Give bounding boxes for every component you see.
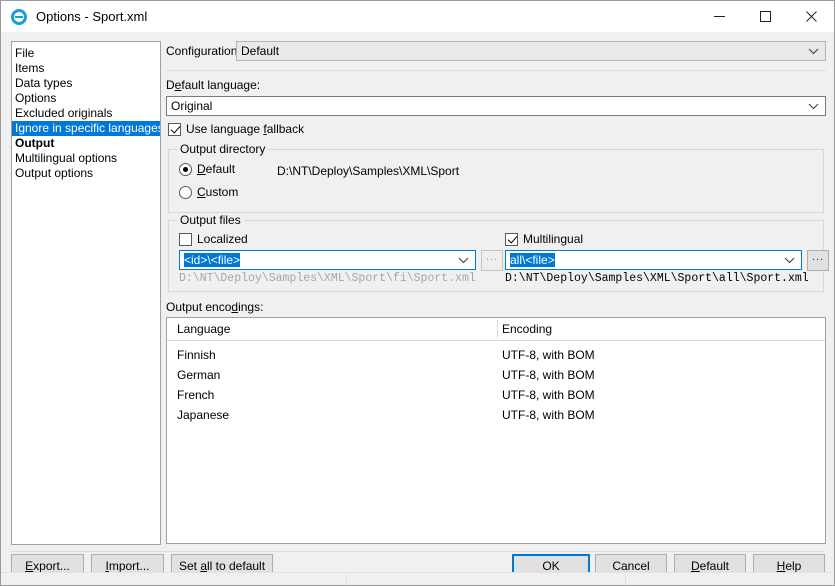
sidebar-item-excluded-originals[interactable]: Excluded originals	[12, 106, 160, 121]
title-bar: Options - Sport.xml	[1, 1, 834, 32]
sidebar-item-label: Items	[15, 61, 45, 75]
localized-browse-button[interactable]: ...	[481, 250, 503, 271]
checkbox-box-icon	[179, 232, 192, 246]
localized-pattern-combo[interactable]: <id>\<file>	[179, 250, 476, 270]
cell-language: Finnish	[177, 348, 216, 362]
output-dir-default-label: Default	[197, 162, 236, 176]
cell-language: French	[177, 388, 215, 402]
radio-button-icon	[179, 162, 192, 176]
localized-pattern-value: <id>\<file>	[184, 253, 241, 267]
table-row[interactable]: Finnish UTF-8, with BOM	[167, 346, 825, 366]
sidebar-item-ignore-in-specific-languages[interactable]: Ignore in specific languages	[12, 121, 160, 136]
cell-encoding: UTF-8, with BOM	[502, 388, 595, 402]
sidebar-item-file[interactable]: File	[12, 46, 160, 61]
multilingual-preview-path: D:\NT\Deploy\Samples\XML\Sport\all\Sport…	[505, 272, 809, 285]
sidebar-item-label: Multilingual options	[15, 151, 118, 165]
sidebar-item-output-options[interactable]: Output options	[12, 166, 160, 181]
maximize-icon[interactable]	[742, 1, 788, 32]
options-content-pane: Configuration: Default Default language:…	[166, 41, 829, 545]
use-language-fallback-checkbox[interactable]: Use language fallback	[168, 122, 304, 136]
cell-language: German	[177, 368, 221, 382]
localized-label: Localized	[197, 232, 248, 246]
chevron-down-icon	[784, 251, 795, 269]
column-header-language: Language	[177, 322, 231, 336]
chevron-down-icon	[808, 97, 819, 115]
cell-language: Japanese	[177, 408, 230, 422]
cell-encoding: UTF-8, with BOM	[502, 408, 595, 422]
configuration-label: Configuration:	[166, 44, 241, 58]
table-row[interactable]: Japanese UTF-8, with BOM	[167, 406, 825, 426]
multilingual-checkbox[interactable]: Multilingual	[505, 232, 583, 246]
sidebar-item-label: Output options	[15, 166, 94, 180]
checkbox-box-icon	[505, 232, 518, 246]
output-dir-default-radio[interactable]: Default	[179, 162, 235, 176]
output-directory-group: Output directory Default D:\NT\Deploy\Sa…	[168, 143, 824, 213]
status-bar	[1, 572, 834, 585]
close-icon[interactable]	[788, 1, 834, 32]
minimize-icon[interactable]	[696, 1, 742, 32]
column-divider	[497, 320, 498, 338]
options-circle-icon	[11, 8, 27, 25]
output-encodings-label: Output encodings:	[166, 300, 264, 314]
checkbox-box-icon	[168, 122, 181, 136]
encodings-header-row: Language Encoding	[167, 318, 825, 341]
cell-encoding: UTF-8, with BOM	[502, 348, 595, 362]
window-title: Options - Sport.xml	[36, 9, 148, 24]
status-divider	[346, 574, 347, 585]
use-language-fallback-label: Use language fallback	[186, 122, 305, 136]
sidebar-item-data-types[interactable]: Data types	[12, 76, 160, 91]
sidebar-item-label: Excluded originals	[15, 106, 113, 120]
default-language-label: Default language:	[166, 78, 261, 92]
default-language-combo[interactable]: Original	[166, 96, 826, 116]
configuration-combo[interactable]: Default	[236, 41, 826, 61]
configuration-value: Default	[241, 44, 280, 58]
section-divider	[166, 70, 826, 71]
output-directory-title: Output directory	[177, 143, 269, 155]
localized-checkbox[interactable]: Localized	[179, 232, 248, 246]
sidebar-item-label: File	[15, 46, 35, 60]
sidebar-item-items[interactable]: Items	[12, 61, 160, 76]
output-dir-custom-label: Custom	[197, 185, 239, 199]
sidebar-item-label: Data types	[15, 76, 73, 90]
table-row[interactable]: German UTF-8, with BOM	[167, 366, 825, 386]
sidebar-item-multilingual-options[interactable]: Multilingual options	[12, 151, 160, 166]
multilingual-browse-button[interactable]: ...	[807, 250, 829, 271]
radio-button-icon	[179, 185, 192, 199]
chevron-down-icon	[808, 42, 819, 60]
sidebar-item-output[interactable]: Output	[12, 136, 160, 151]
localized-preview-path: D:\NT\Deploy\Samples\XML\Sport\fi\Sport.…	[179, 272, 476, 285]
status-divider	[625, 574, 626, 585]
sidebar-item-label: Ignore in specific languages	[15, 121, 161, 135]
options-dialog: Options - Sport.xml File Items Data type…	[0, 0, 835, 586]
caption-buttons	[696, 1, 834, 32]
multilingual-label: Multilingual	[523, 232, 584, 246]
sidebar-item-options[interactable]: Options	[12, 91, 160, 106]
footer-divider	[11, 551, 825, 552]
output-files-group: Output files Localized <id>\<file> ... D…	[168, 214, 829, 292]
table-row[interactable]: French UTF-8, with BOM	[167, 386, 825, 406]
output-dir-custom-radio[interactable]: Custom	[179, 185, 238, 199]
multilingual-pattern-value: all\<file>	[510, 253, 555, 267]
multilingual-pattern-combo[interactable]: all\<file>	[505, 250, 802, 270]
cell-encoding: UTF-8, with BOM	[502, 368, 595, 382]
default-language-value: Original	[171, 99, 213, 113]
sidebar-item-label: Options	[15, 91, 57, 105]
output-files-title: Output files	[177, 214, 244, 226]
sidebar-item-label: Output	[15, 136, 55, 150]
chevron-down-icon	[458, 251, 469, 269]
default-language-block: Default language:	[166, 78, 826, 92]
options-category-list[interactable]: File Items Data types Options Excluded o…	[11, 41, 161, 545]
column-header-encoding: Encoding	[502, 322, 553, 336]
output-dir-default-path: D:\NT\Deploy\Samples\XML\Sport	[277, 164, 460, 178]
